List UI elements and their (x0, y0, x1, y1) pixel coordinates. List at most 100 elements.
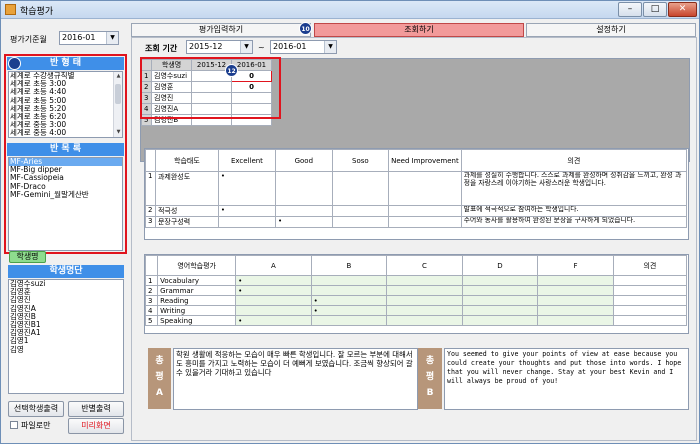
scroll-up-icon[interactable]: ▲ (114, 72, 122, 81)
attitude-mark-cell[interactable] (388, 216, 462, 228)
attitude-comment[interactable]: 발표에 적극적으로 참여하는 학생입니다. (460, 205, 688, 217)
english-mark-cell[interactable] (461, 295, 539, 306)
attitude-grid[interactable]: 학습태도 Excellent Good Soso Need Improvement 의견 1… (144, 148, 689, 240)
query-from-select[interactable]: 2015-12 ▼ (186, 40, 253, 54)
english-mark-cell[interactable] (461, 305, 539, 316)
attitude-no: 2 (145, 205, 156, 217)
english-no: 1 (144, 275, 159, 286)
general-a-textarea[interactable]: 학원 생활에 적응하는 모습이 매우 빠른 학생입니다. 잘 모르는 부분에 대… (173, 348, 418, 410)
tab-0[interactable]: 평가입력하기 (131, 23, 311, 37)
student-list[interactable]: 김영수suzi 김영훈 김영진 김영진A 김영진B 김영진B1 김영진A1 김영1 김영 (8, 279, 124, 394)
english-item: Vocabulary (157, 275, 237, 286)
attitude-mark-cell[interactable] (331, 205, 390, 217)
english-header-cell: F (537, 255, 614, 276)
bullet-icon: • (238, 276, 243, 285)
general-b-caption-char-2: 평 (425, 372, 435, 382)
student-list-item[interactable]: 김영 (9, 345, 123, 354)
attitude-mark-cell[interactable] (388, 171, 462, 206)
english-comment[interactable] (612, 285, 688, 296)
class-type-list[interactable]: 세계로 수강생규칙별 세계로 초등 3:00 세계로 초등 4:40 세계로 초등 5… (8, 71, 123, 138)
attitude-row[interactable]: 3 문장구성력 • 주어와 동사를 활용하여 완성된 문장을 구사하게 되었습니다. (145, 216, 688, 228)
file-only-checkbox[interactable] (10, 421, 18, 429)
english-mark-cell[interactable] (310, 285, 388, 296)
english-mark-cell[interactable] (537, 295, 614, 306)
english-row[interactable]: 1 Vocabulary • (144, 275, 688, 286)
print-selected-button[interactable]: 선택학생출력 (8, 401, 64, 417)
class-list[interactable]: MF-Aries MF-Big dipper MF-Cassiopeia MF-Dra… (8, 157, 123, 251)
title-bar: 학습평가 – □ ✕ (1, 1, 699, 19)
english-mark-cell[interactable] (310, 315, 388, 326)
english-comment[interactable] (612, 275, 688, 286)
attitude-mark-cell[interactable] (331, 171, 390, 206)
english-header-cell: 의견 (612, 255, 688, 276)
english-row[interactable]: 3 Reading • (144, 295, 688, 306)
english-comment[interactable] (612, 305, 688, 316)
english-mark-cell[interactable]: • (310, 295, 388, 306)
step-10-badge: 10 (299, 22, 312, 35)
attitude-mark-cell[interactable]: • (217, 171, 277, 206)
criterion-label: 평가기준월 (10, 35, 47, 44)
attitude-mark-cell[interactable] (275, 171, 333, 206)
english-grid[interactable]: 영어학습평가 A B C D F 의견 1 Vocabulary • 2 Grammar • 3 Readi… (144, 254, 689, 334)
english-mark-cell[interactable] (386, 305, 463, 316)
english-mark-cell[interactable] (235, 305, 312, 316)
maximize-button[interactable]: □ (643, 2, 667, 17)
general-b-textarea[interactable]: You seemed to give your points of view a… (444, 348, 689, 410)
attitude-comment[interactable]: 과제를 성실히 수행합니다. 스스로 과제를 완성하며 성취감을 느끼고, 완성… (460, 171, 688, 206)
english-mark-cell[interactable]: • (310, 305, 388, 316)
scroll-thumb[interactable] (115, 84, 121, 104)
attitude-mark-cell[interactable] (275, 205, 333, 217)
attitude-mark-cell[interactable] (388, 205, 462, 217)
english-mark-cell[interactable] (461, 315, 539, 326)
tab-student-name[interactable]: 학생명 (9, 251, 46, 263)
attitude-mark-cell[interactable]: • (275, 216, 333, 228)
attitude-header-cell (145, 149, 156, 172)
minimize-button[interactable]: – (618, 2, 642, 17)
english-comment[interactable] (612, 315, 688, 326)
attitude-mark-cell[interactable] (331, 216, 390, 228)
english-header-cell: A (235, 255, 312, 276)
english-mark-cell[interactable] (537, 285, 614, 296)
english-row[interactable]: 2 Grammar • (144, 285, 688, 296)
criterion-month-select[interactable]: 2016-01 ▼ (59, 31, 119, 45)
chevron-down-icon: ▼ (324, 41, 336, 53)
class-type-scrollbar[interactable]: ▲ ▼ (113, 72, 122, 137)
tab-1[interactable]: 조회하기 (314, 23, 524, 37)
close-button[interactable]: ✕ (668, 2, 697, 17)
english-mark-cell[interactable] (461, 285, 539, 296)
bullet-icon: • (313, 296, 318, 305)
english-row[interactable]: 5 Speaking • (144, 315, 688, 326)
attitude-comment[interactable]: 주어와 동사를 활용하여 완성된 문장을 구사하게 되었습니다. (460, 216, 688, 228)
english-mark-cell[interactable] (386, 295, 463, 306)
print-class-button[interactable]: 반별출력 (68, 401, 124, 417)
query-to-select[interactable]: 2016-01 ▼ (270, 40, 337, 54)
attitude-row[interactable]: 2 적극성 • 발표에 적극적으로 참여하는 학생입니다. (145, 205, 688, 217)
bullet-icon: • (220, 172, 226, 181)
english-mark-cell[interactable]: • (235, 275, 312, 286)
english-mark-cell[interactable] (537, 305, 614, 316)
step-11-badge (8, 57, 21, 70)
student-list-header: 학생명단 (8, 265, 124, 278)
class-list-item[interactable]: MF-Gemini_월말게산반 (9, 190, 122, 199)
attitude-row[interactable]: 1 과제완성도 • 과제를 성실히 수행합니다. 스스로 과제를 완성하며 성취감을 … (145, 171, 688, 206)
english-mark-cell[interactable] (386, 285, 463, 296)
english-mark-cell[interactable] (461, 275, 539, 286)
english-mark-cell[interactable] (537, 315, 614, 326)
english-mark-cell[interactable]: • (235, 285, 312, 296)
english-mark-cell[interactable]: • (235, 315, 312, 326)
english-mark-cell[interactable] (386, 315, 463, 326)
english-mark-cell[interactable] (310, 275, 388, 286)
attitude-mark-cell[interactable] (217, 216, 277, 228)
preview-button[interactable]: 미리화면 (68, 418, 124, 434)
english-comment[interactable] (612, 295, 688, 306)
scroll-down-icon[interactable]: ▼ (114, 128, 122, 137)
class-type-item[interactable]: 세계로 중등 6:20 (10, 137, 66, 138)
tab-2[interactable]: 설정하기 (526, 23, 696, 37)
english-mark-cell[interactable] (235, 295, 312, 306)
english-mark-cell[interactable] (537, 275, 614, 286)
student-list-item[interactable]: 김영1 (9, 337, 123, 345)
query-period-label: 조회 기간 (145, 44, 178, 53)
english-row[interactable]: 4 Writing • (144, 305, 688, 316)
english-mark-cell[interactable] (386, 275, 463, 286)
attitude-mark-cell[interactable]: • (217, 205, 277, 217)
